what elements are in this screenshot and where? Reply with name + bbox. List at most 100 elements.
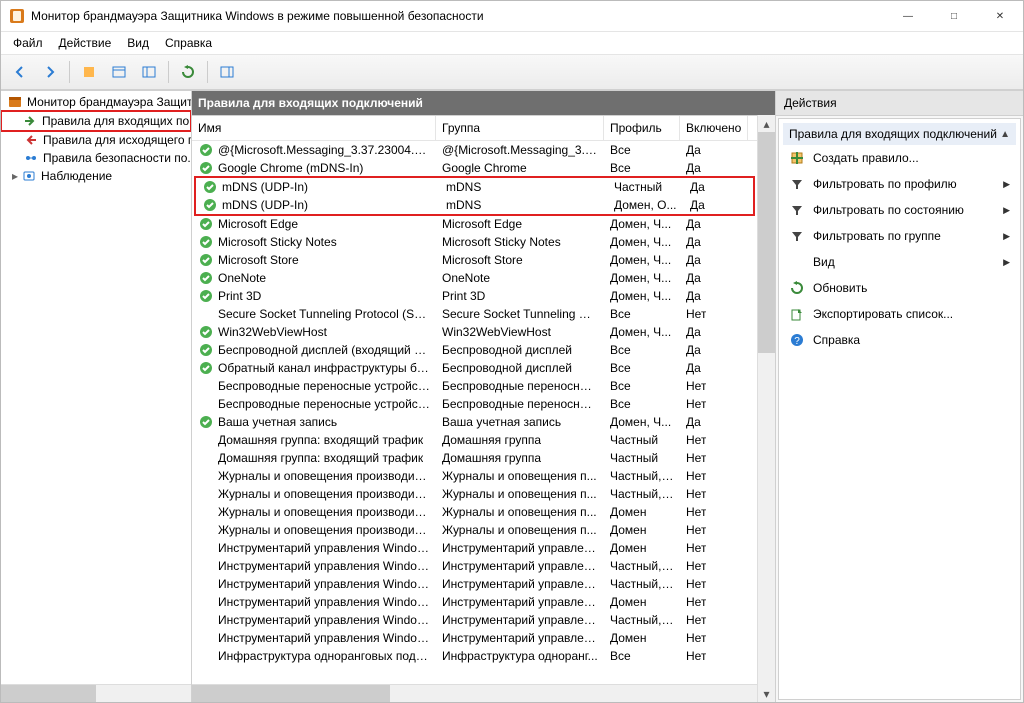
scrollbar-thumb[interactable] [192, 685, 390, 702]
scrollbar-thumb[interactable] [1, 685, 96, 702]
table-row[interactable]: Инструментарий управления Windows ...Инс… [192, 611, 757, 629]
rule-group: Microsoft Edge [442, 217, 522, 231]
refresh-button[interactable] [175, 59, 201, 85]
rule-enabled: Да [686, 143, 701, 157]
table-row[interactable]: Инфраструктура одноранговых подкл...Инфр… [192, 647, 757, 665]
table-row[interactable]: Обратный канал инфраструктуры бесп...Бес… [192, 359, 757, 377]
main-area: Монитор брандмауэра Защит Правила для вх… [1, 90, 1023, 702]
table-row[interactable]: Инструментарий управления Windows ...Инс… [192, 629, 757, 647]
rule-profile: Все [610, 649, 631, 663]
rule-group: Инструментарий управлен... [442, 613, 598, 627]
table-row[interactable]: Microsoft Sticky NotesMicrosoft Sticky N… [192, 233, 757, 251]
rule-profile: Домен [610, 595, 647, 609]
col-header-name[interactable]: Имя [192, 116, 436, 140]
panel-button-3[interactable] [214, 59, 240, 85]
table-row[interactable]: Secure Socket Tunneling Protocol (SSTP-.… [192, 305, 757, 323]
action-item[interactable]: Фильтровать по группе▶ [783, 223, 1016, 249]
action-item[interactable]: Обновить [783, 275, 1016, 301]
menu-file[interactable]: Файл [5, 34, 51, 52]
table-row[interactable]: Журналы и оповещения производител...Журн… [192, 521, 757, 539]
close-button[interactable]: ✕ [977, 1, 1023, 31]
app-window: Монитор брандмауэра Защитника Windows в … [0, 0, 1024, 703]
table-row[interactable]: Инструментарий управления Windows ...Инс… [192, 539, 757, 557]
table-row[interactable]: Win32WebViewHostWin32WebViewHostДомен, Ч… [192, 323, 757, 341]
table-row[interactable]: Беспроводной дисплей (входящий тра...Бес… [192, 341, 757, 359]
tree[interactable]: Монитор брандмауэра Защит Правила для вх… [1, 91, 191, 684]
action-item[interactable]: ?Справка [783, 327, 1016, 353]
tree-label: Правила для входящих по... [42, 114, 190, 128]
menu-action[interactable]: Действие [51, 34, 120, 52]
rule-group: Домашняя группа [442, 433, 541, 447]
action-item[interactable]: Фильтровать по состоянию▶ [783, 197, 1016, 223]
rule-profile: Домен [610, 541, 647, 555]
rule-enabled: Да [690, 180, 705, 194]
rule-enabled: Нет [686, 379, 706, 393]
table-row[interactable]: Microsoft StoreMicrosoft StoreДомен, Ч..… [192, 251, 757, 269]
action-item[interactable]: Создать правило... [783, 145, 1016, 171]
rule-name: Secure Socket Tunneling Protocol (SSTP-.… [218, 307, 430, 321]
tree-monitoring[interactable]: ▸ Наблюдение [1, 167, 191, 185]
table-row[interactable]: Домашняя группа: входящий трафикДомашняя… [192, 431, 757, 449]
table-row[interactable]: Microsoft EdgeMicrosoft EdgeДомен, Ч...Д… [192, 215, 757, 233]
panel-button-2[interactable] [136, 59, 162, 85]
actions-group-header[interactable]: Правила для входящих подключений ▲ [783, 123, 1016, 145]
table-row[interactable]: Print 3DPrint 3DДомен, Ч...Да [192, 287, 757, 305]
content-header: Правила для входящих подключений [192, 91, 775, 115]
tree-scrollbar-h[interactable] [1, 684, 191, 702]
rule-profile: Домен, Ч... [610, 415, 671, 429]
scroll-up-button[interactable]: ▴ [758, 115, 775, 132]
rule-status-icon [198, 558, 214, 574]
export-icon [789, 306, 805, 322]
tree-root[interactable]: Монитор брандмауэра Защит [1, 93, 191, 111]
table-row[interactable]: Журналы и оповещения производител...Журн… [192, 467, 757, 485]
minimize-button[interactable]: — [885, 1, 931, 31]
table-row[interactable]: Инструментарий управления Windows ...Инс… [192, 593, 757, 611]
scrollbar-thumb[interactable] [758, 132, 775, 353]
rule-status-icon [198, 252, 214, 268]
rule-name: Microsoft Sticky Notes [218, 235, 337, 249]
table-row[interactable]: Журналы и оповещения производител...Журн… [192, 503, 757, 521]
table-row[interactable]: Беспроводные переносные устройства...Бес… [192, 377, 757, 395]
action-button[interactable] [76, 59, 102, 85]
list-scrollbar-v[interactable]: ▴ ▾ [757, 115, 775, 702]
col-header-group[interactable]: Группа [436, 116, 604, 140]
table-row[interactable]: mDNS (UDP-In)mDNSЧастныйДа [196, 178, 753, 196]
menu-view[interactable]: Вид [119, 34, 157, 52]
rule-group: @{Microsoft.Messaging_3.3... [442, 143, 598, 157]
table-row[interactable]: Домашняя группа: входящий трафикДомашняя… [192, 449, 757, 467]
table-row[interactable]: Инструментарий управления Windows ...Инс… [192, 557, 757, 575]
forward-button[interactable] [37, 59, 63, 85]
scroll-down-button[interactable]: ▾ [758, 685, 775, 702]
table-row[interactable]: Беспроводные переносные устройства...Бес… [192, 395, 757, 413]
rule-enabled: Нет [686, 487, 706, 501]
scroll-track[interactable] [758, 132, 775, 685]
rule-group: Microsoft Store [442, 253, 523, 267]
tree-inbound-rules[interactable]: Правила для входящих по... [1, 110, 191, 132]
list-body[interactable]: @{Microsoft.Messaging_3.37.23004.0_x64..… [192, 141, 757, 684]
maximize-button[interactable]: □ [931, 1, 977, 31]
table-row[interactable]: OneNoteOneNoteДомен, Ч...Да [192, 269, 757, 287]
back-button[interactable] [7, 59, 33, 85]
table-row[interactable]: Ваша учетная записьВаша учетная записьДо… [192, 413, 757, 431]
table-row[interactable]: Google Chrome (mDNS-In)Google ChromeВсеД… [192, 159, 757, 177]
list-scrollbar-h[interactable] [192, 684, 757, 702]
col-header-enabled[interactable]: Включено [680, 116, 748, 140]
filter-icon [789, 176, 805, 192]
rule-name: Беспроводные переносные устройства... [218, 397, 430, 411]
tree-connsec-rules[interactable]: Правила безопасности по... [1, 149, 191, 167]
panel-button-1[interactable] [106, 59, 132, 85]
table-row[interactable]: Инструментарий управления Windows ...Инс… [192, 575, 757, 593]
col-header-profile[interactable]: Профиль [604, 116, 680, 140]
rule-status-icon [198, 612, 214, 628]
rule-profile: Частный, ... [610, 577, 674, 591]
table-row[interactable]: Журналы и оповещения производител...Журн… [192, 485, 757, 503]
action-item[interactable]: Экспортировать список... [783, 301, 1016, 327]
tree-outbound-rules[interactable]: Правила для исходящего п... [1, 131, 191, 149]
rule-status-icon [198, 142, 214, 158]
action-item[interactable]: Фильтровать по профилю▶ [783, 171, 1016, 197]
table-row[interactable]: @{Microsoft.Messaging_3.37.23004.0_x64..… [192, 141, 757, 159]
expand-icon[interactable]: ▸ [9, 169, 21, 183]
table-row[interactable]: mDNS (UDP-In)mDNSДомен, О...Да [196, 196, 753, 214]
action-item[interactable]: Вид▶ [783, 249, 1016, 275]
menu-help[interactable]: Справка [157, 34, 220, 52]
